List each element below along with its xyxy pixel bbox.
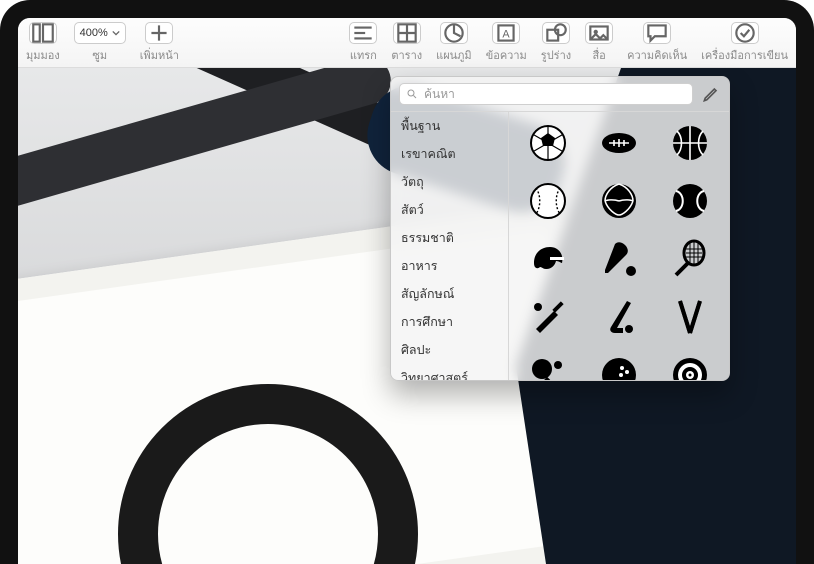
table-button[interactable]: ตาราง [391, 22, 422, 64]
add-page-button[interactable]: เพิ่มหน้า [140, 22, 179, 64]
shape-bowling-ball[interactable] [598, 354, 640, 380]
shape-category-item[interactable]: การศึกษา [391, 308, 508, 336]
zoom-label: ซูม [92, 46, 107, 64]
search-placeholder: ค้นหา [424, 85, 455, 104]
shape-category-list: พื้นฐานเรขาคณิตวัตถุสัตว์ธรรมชาติอาหารสั… [391, 112, 509, 380]
shape-category-item[interactable]: สัตว์ [391, 196, 508, 224]
edit-shapes-button[interactable] [701, 84, 721, 104]
shape-bat-ball[interactable] [598, 238, 640, 280]
shape-category-item[interactable]: เรขาคณิต [391, 140, 508, 168]
shape-basketball[interactable] [669, 122, 711, 164]
shape-hockey-stick[interactable] [598, 296, 640, 338]
view-label: มุมมอง [26, 46, 60, 64]
shape-category-item[interactable]: วัตถุ [391, 168, 508, 196]
shape-pingpong[interactable] [527, 354, 569, 380]
pencil-icon [701, 84, 721, 104]
plus-icon [146, 20, 172, 46]
shape-volleyball[interactable] [598, 180, 640, 222]
view-button[interactable]: มุมมอง [26, 22, 60, 64]
media-button[interactable]: สื่อ [585, 22, 613, 64]
zoom-dropdown[interactable]: 400% ซูม [74, 22, 126, 64]
collab-button[interactable]: เครื่องมือการเขียน [701, 22, 788, 64]
comment-button[interactable]: ความคิดเห็น [627, 22, 687, 64]
chart-button[interactable]: แผนภูมิ [436, 22, 472, 64]
shape-baseball[interactable] [527, 180, 569, 222]
shape-category-item[interactable]: ธรรมชาติ [391, 224, 508, 252]
shape-dartboard[interactable] [669, 354, 711, 380]
shapes-popover: ค้นหา พื้นฐานเรขาคณิตวัตถุสัตว์ธรรมชาติอ… [390, 76, 730, 381]
shape-cricket-bat[interactable] [527, 296, 569, 338]
shape-category-item[interactable]: อาหาร [391, 252, 508, 280]
shape-football[interactable] [598, 122, 640, 164]
shape-tennis-racket[interactable] [669, 238, 711, 280]
shape-helmet[interactable] [527, 238, 569, 280]
shape-soccer-ball[interactable] [527, 122, 569, 164]
shape-category-item[interactable]: สัญลักษณ์ [391, 280, 508, 308]
shapes-search-input[interactable]: ค้นหา [399, 83, 693, 105]
shape-category-item[interactable]: วิทยาศาสตร์ [391, 364, 508, 380]
chevron-down-icon [112, 29, 120, 37]
add-page-label: เพิ่มหน้า [140, 46, 179, 64]
insert-button[interactable]: แทรก [349, 22, 377, 64]
shape-tennis-ball[interactable] [669, 180, 711, 222]
shape-grid [509, 112, 729, 380]
svg-text:A: A [503, 28, 511, 40]
shape-category-item[interactable]: ศิลปะ [391, 336, 508, 364]
toolbar: มุมมอง 400% ซูม เพิ่มหน้า แทรก ตาราง [18, 18, 796, 68]
search-icon [406, 88, 418, 100]
shape-button[interactable]: รูปร่าง [541, 22, 571, 64]
shape-category-item[interactable]: พื้นฐาน [391, 112, 508, 140]
shape-ski-poles[interactable] [669, 296, 711, 338]
text-button[interactable]: A ข้อความ [486, 22, 527, 64]
zoom-value: 400% [80, 27, 108, 39]
